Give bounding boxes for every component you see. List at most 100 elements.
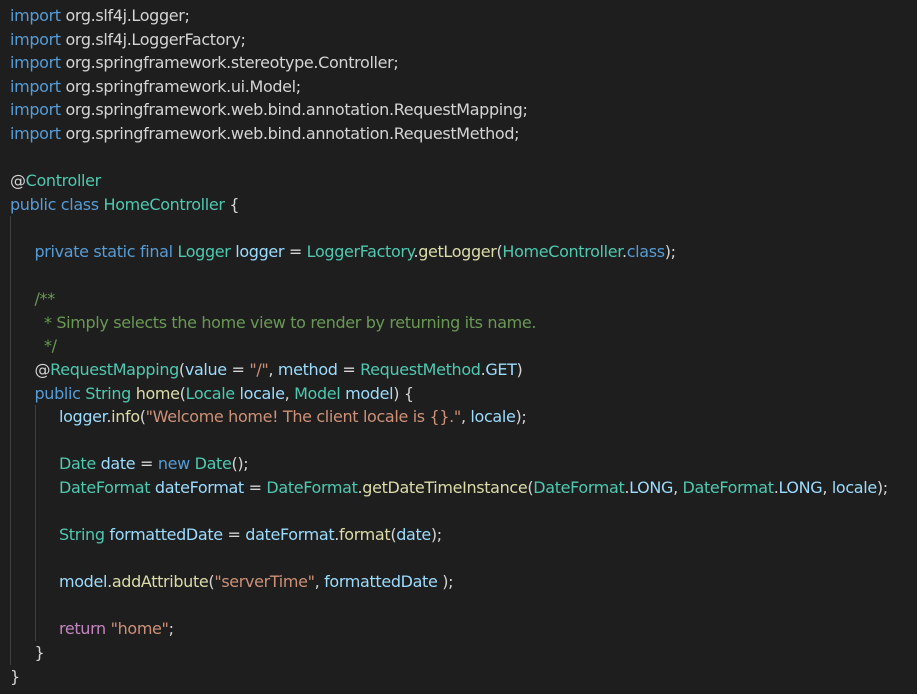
code-token: } (10, 666, 20, 686)
code-line: return "home"; (0, 617, 917, 642)
code-token: DateFormat (266, 477, 358, 497)
code-line: import org.springframework.web.bind.anno… (0, 98, 917, 122)
code-token: import (10, 29, 61, 49)
code-line (0, 593, 917, 618)
code-token: ; (168, 619, 174, 639)
code-token: (); (231, 454, 249, 474)
code-token: "serverTime" (214, 572, 315, 592)
code-token: format (339, 525, 391, 545)
code-token: org.springframework.web.bind.annotation.… (60, 123, 520, 143)
code-line: Date date = new Date(); (0, 452, 917, 476)
code-token: new (157, 454, 190, 474)
code-token: logger (59, 407, 107, 427)
code-token: "home" (110, 619, 169, 639)
code-token: = (284, 241, 307, 261)
code-line (0, 546, 917, 571)
code-token: @ (10, 171, 26, 191)
code-line: @Controller (0, 169, 917, 193)
code-line: import org.slf4j.LoggerFactory; (0, 28, 917, 52)
code-token: RequestMethod (360, 359, 481, 379)
indent-guide (10, 287, 11, 311)
code-token: /** (34, 289, 56, 309)
code-token: , (314, 572, 325, 592)
indent-guide (34, 570, 36, 594)
indent-guide (10, 570, 11, 594)
code-token: formattedDate (109, 525, 223, 545)
code-line: * Simply selects the home view to render… (0, 310, 917, 335)
code-token: Date (194, 454, 232, 474)
code-token: public (34, 383, 81, 403)
code-token: { (224, 194, 240, 214)
code-line: /** (0, 287, 917, 311)
code-line: String formattedDate = dateFormat.format… (0, 523, 917, 547)
code-line: model.addAttribute("serverTime", formatt… (0, 570, 917, 594)
code-token: public (10, 194, 57, 214)
code-token: LONG (629, 477, 674, 497)
code-token: class (60, 194, 99, 214)
code-token: class (626, 241, 665, 261)
code-token: method (277, 359, 338, 379)
code-token: locale (831, 477, 877, 497)
code-token: */ (34, 336, 57, 356)
indent-guide (10, 381, 11, 406)
code-line: @RequestMapping(value = "/", method = Re… (0, 357, 917, 382)
code-token: @ (34, 359, 51, 379)
code-token: , (822, 477, 832, 497)
code-token: getLogger (418, 241, 497, 261)
code-token: import (10, 6, 61, 25)
code-token: ) (516, 359, 523, 379)
indent-guide (34, 475, 36, 500)
code-token: HomeController (103, 194, 225, 214)
code-token: Controller (25, 171, 102, 191)
code-line: DateFormat dateFormat = DateFormat.getDa… (0, 475, 917, 500)
code-token: date (396, 525, 431, 545)
code-line (0, 216, 917, 240)
code-token: , (673, 477, 683, 497)
code-token: formattedDate (324, 572, 438, 592)
code-token: LoggerFactory (306, 241, 414, 261)
code-line: private static final Logger logger = Log… (0, 239, 917, 264)
code-line: import org.springframework.ui.Model; (0, 75, 917, 99)
code-token: ); (876, 477, 888, 497)
code-token: "/" (249, 359, 269, 379)
indent-guide (34, 405, 36, 429)
code-token: import (10, 100, 61, 120)
code-token: } (34, 643, 45, 663)
code-token: static (93, 241, 136, 261)
indent-guide (10, 452, 11, 476)
code-line: public String home(Locale locale, Model … (0, 381, 917, 406)
code-token: org.slf4j.LoggerFactory; (60, 29, 246, 49)
code-token: import (10, 76, 61, 96)
code-token: = (135, 454, 158, 474)
code-token: = (337, 359, 361, 379)
code-token: "Welcome home! The client locale is {}." (145, 407, 462, 427)
code-token: String (59, 525, 105, 545)
code-token: model (59, 572, 108, 592)
indent-guide (10, 617, 11, 642)
code-token: final (139, 241, 173, 261)
code-token: return (59, 619, 106, 639)
code-token: DateFormat (59, 477, 151, 497)
code-area[interactable]: import org.slf4j.Logger; import org.slf4j… (0, 4, 917, 688)
indent-guide (34, 617, 36, 642)
code-editor[interactable]: import org.slf4j.Logger; import org.slf4j… (0, 0, 917, 694)
code-line (0, 263, 917, 288)
code-line: import org.springframework.web.bind.anno… (0, 122, 917, 146)
code-token: org.slf4j.Logger; (60, 6, 190, 25)
code-token: * Simply selects the home view to render… (34, 312, 537, 332)
code-line: import org.springframework.stereotype.Co… (0, 51, 917, 75)
indent-guide (10, 475, 11, 500)
code-token: Locale (185, 383, 236, 403)
indent-guide (10, 405, 11, 429)
code-line (0, 428, 917, 453)
code-token: model (345, 383, 394, 403)
code-token: import (10, 53, 61, 73)
indent-guide (10, 546, 11, 571)
code-token: ); (430, 525, 442, 545)
code-token: String (85, 383, 131, 403)
code-token: = (243, 477, 267, 497)
code-token: ); (664, 241, 676, 261)
indent-guide (10, 593, 11, 618)
code-token: home (135, 383, 180, 403)
